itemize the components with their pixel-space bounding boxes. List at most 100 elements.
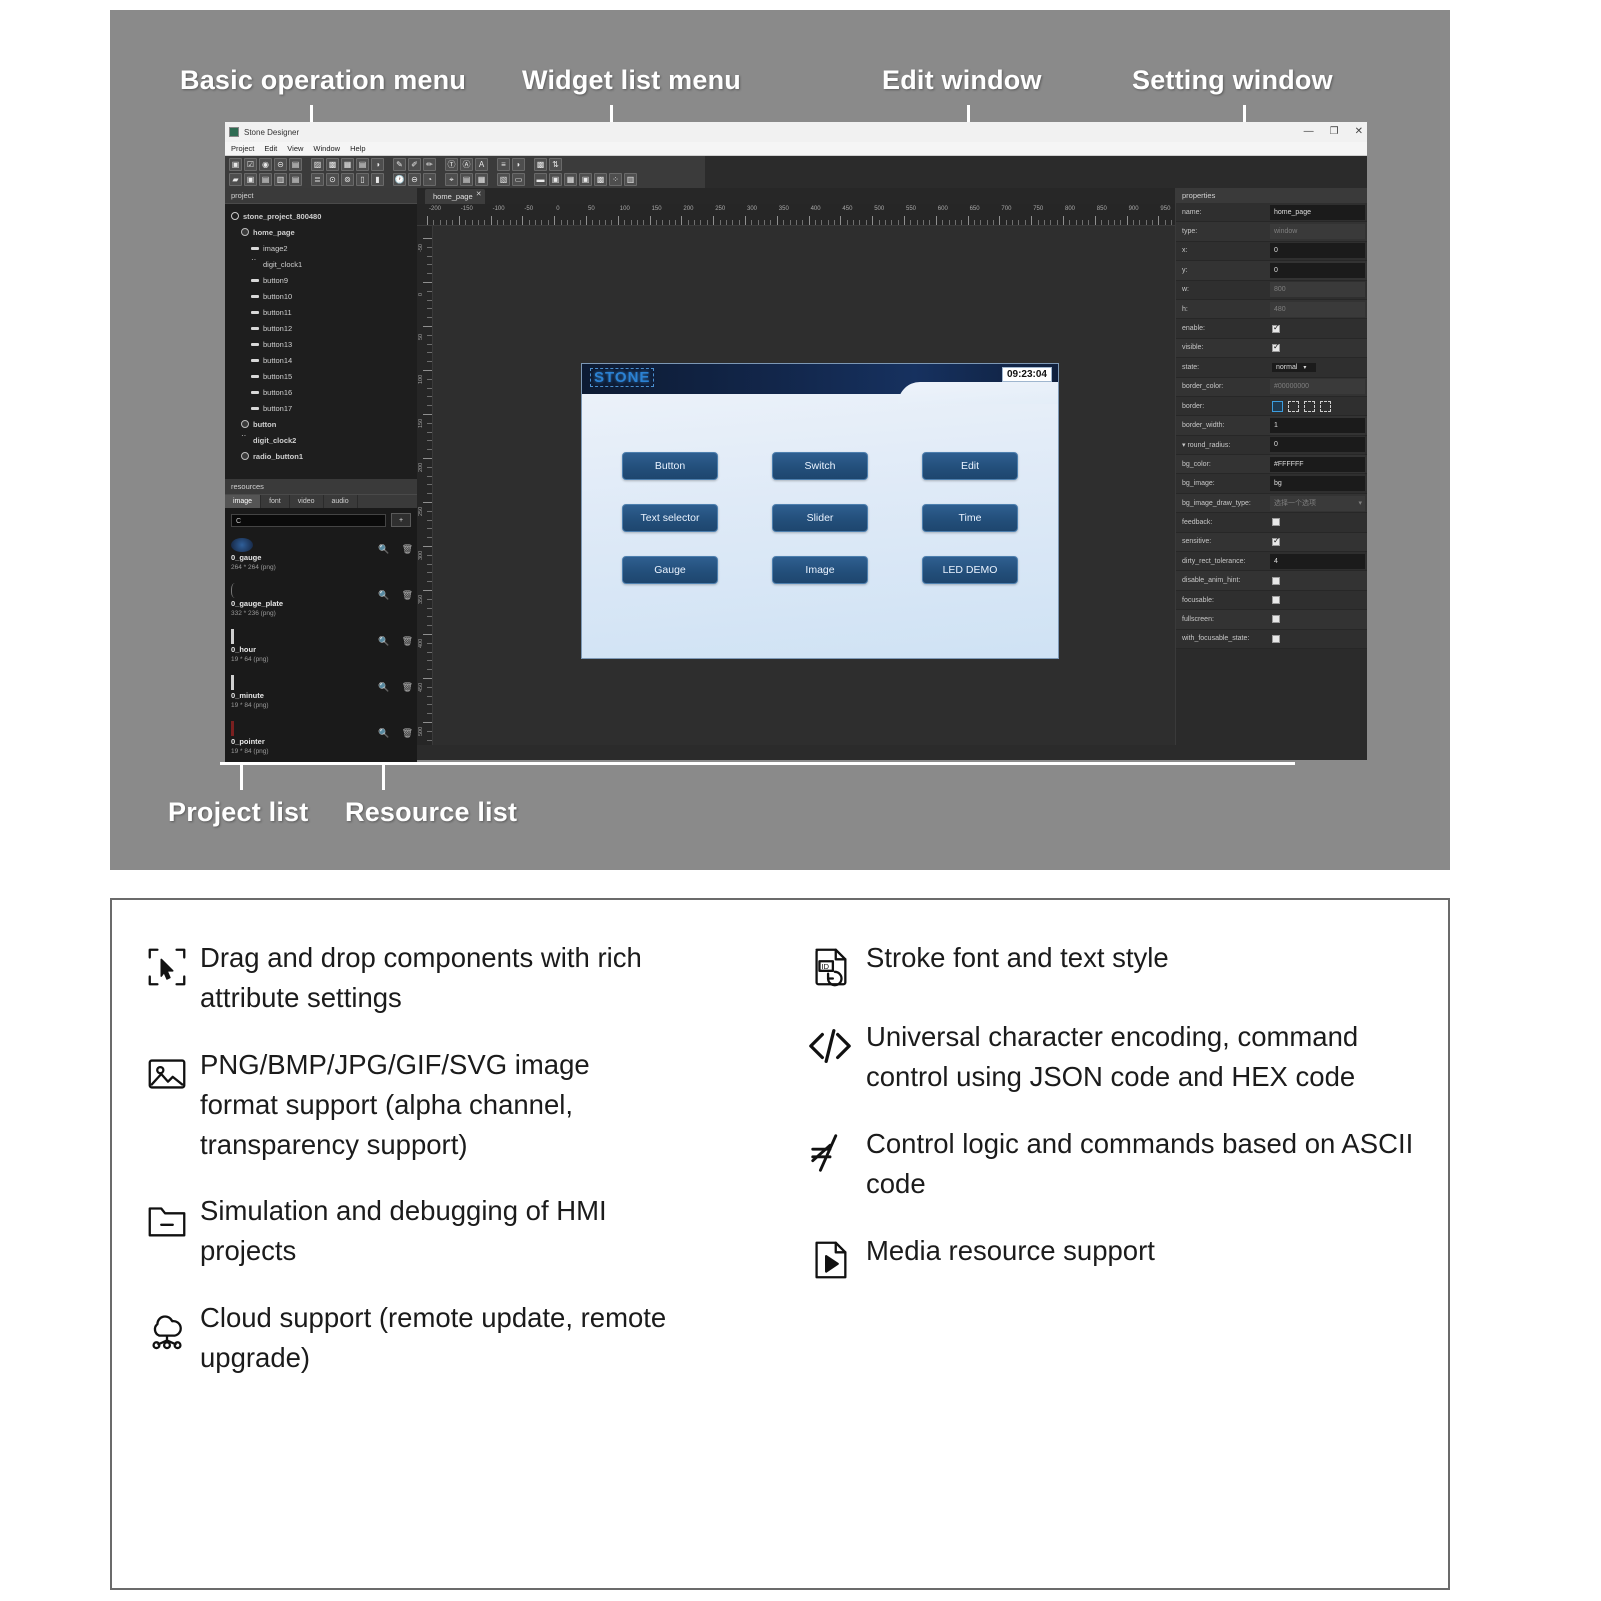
list-items-icon[interactable]: ▤ [289,173,302,186]
preview-icon[interactable]: 🔍 [378,590,389,601]
hmi-button-edit[interactable]: Edit [922,452,1018,480]
text-icon[interactable]: Ⓣ [445,158,458,171]
delete-icon[interactable]: 🗑 [402,636,413,647]
digit-clock-icon[interactable]: ⊖ [408,173,421,186]
resource-tab-font[interactable]: font [261,495,290,508]
slider-icon[interactable]: ⊙ [326,173,339,186]
checkbox-icon[interactable] [1272,518,1280,527]
image-anim-icon[interactable]: ▩ [326,158,339,171]
window-icon[interactable]: ▭ [512,173,525,186]
border-style-option[interactable] [1304,400,1315,412]
tree-item[interactable]: image2 [225,240,417,256]
tree-item[interactable]: button14 [225,352,417,368]
hmi-button-slider[interactable]: Slider [772,504,868,532]
edit-pen-icon[interactable]: ✐ [408,158,421,171]
property-value[interactable]: normal [1268,358,1367,376]
checkbox-icon[interactable]: ☑ [244,158,257,171]
tab-close-icon[interactable]: ✕ [476,190,482,198]
tree-item[interactable]: radio_button1 [225,448,417,464]
tree-item[interactable]: button15 [225,368,417,384]
resource-item[interactable]: 0_minute 19 * 84 (png) 🔍 🗑 [225,670,417,716]
menu-help[interactable]: Help [350,144,365,153]
gauge-icon[interactable]: ◔ [423,173,436,186]
border-style-option[interactable] [1288,400,1299,412]
resource-item[interactable]: 0_gauge 264 * 264 (png) 🔍 🗑 [225,532,417,578]
image-list-icon[interactable]: ▤ [356,158,369,171]
window-bar-icon[interactable]: ▬ [534,173,547,186]
image2-icon[interactable]: ▩ [594,173,607,186]
property-value[interactable]: #FFFFFF [1270,456,1365,472]
edit-box-icon[interactable]: ✏ [423,158,436,171]
delete-icon[interactable]: 🗑 [402,682,413,693]
frame2-icon[interactable]: ▣ [579,173,592,186]
window-full-icon[interactable]: ▣ [549,173,562,186]
checkbox-icon[interactable] [1272,536,1280,546]
resource-list[interactable]: 0_gauge 264 * 264 (png) 🔍 🗑 0_gauge_plate 332… [225,532,417,762]
sliders-icon[interactable]: ⇅ [549,158,562,171]
property-value[interactable]: 0 [1270,437,1365,453]
switch-icon[interactable]: ⊝ [274,158,287,171]
tree-item[interactable]: button17 [225,400,417,416]
tree-item[interactable]: button16 [225,384,417,400]
scrollbar-v-icon[interactable]: ▯ [356,173,369,186]
tree-item[interactable]: button9 [225,272,417,288]
border-style-option[interactable] [1272,400,1283,412]
property-value[interactable]: 0 [1270,243,1365,259]
property-value[interactable]: bg [1270,476,1365,492]
panel-icon[interactable]: ▤ [259,173,272,186]
project-tree[interactable]: stone_project_800480 home_page image2 digit… [225,204,417,479]
text-style-icon[interactable]: A [475,158,488,171]
progress-icon[interactable]: ◗ [512,158,525,171]
preview-icon[interactable]: 🔍 [378,636,389,647]
hmi-button-switch[interactable]: Switch [772,452,868,480]
view-icon[interactable]: ▣ [244,173,257,186]
checkbox-icon[interactable] [1272,634,1280,643]
hmi-button-button[interactable]: Button [622,452,718,480]
edit-icon[interactable]: ✎ [393,158,406,171]
list-rows-icon[interactable]: ≣ [311,173,324,186]
color-icon[interactable]: ◑ [371,158,384,171]
dots-icon[interactable]: ⁘ [609,173,622,186]
tree-item[interactable]: home_page [225,224,417,240]
resource-tab-video[interactable]: video [290,495,324,508]
text-center-icon[interactable]: Ⓐ [460,158,473,171]
tree-item[interactable]: digit_clock2 [225,431,417,448]
checkbox-icon[interactable] [1272,596,1280,604]
grid-split-icon[interactable]: ▧ [497,173,510,186]
table2-icon[interactable]: ▦ [564,173,577,186]
resource-tab-audio[interactable]: audio [324,495,358,508]
tree-item[interactable]: button10 [225,288,417,304]
checkbox-icon[interactable] [1272,615,1280,624]
checkbox-icon[interactable] [1272,576,1280,585]
preview-icon[interactable]: 🔍 [378,682,389,693]
tree-item[interactable]: digit_clock1 [225,255,417,272]
resource-add-button[interactable]: + [391,513,411,527]
scrollbar-bar-icon[interactable]: ▮ [371,173,384,186]
image-value-icon[interactable]: ▦ [341,158,354,171]
frame-icon[interactable]: ▣ [229,158,242,171]
table-icon[interactable]: ▤ [460,173,473,186]
property-value[interactable] [1268,610,1367,628]
hmi-button-gauge[interactable]: Gauge [622,556,718,584]
resource-tabs[interactable]: image font video audio [225,495,417,508]
tree-item[interactable]: stone_project_800480 [225,208,417,224]
save-icon[interactable]: ▤ [289,158,302,171]
checkbox-icon[interactable] [1272,323,1280,333]
hmi-button-led-demo[interactable]: LED DEMO [922,556,1018,584]
gradient-icon[interactable]: ▰ [229,173,242,186]
delete-icon[interactable]: 🗑 [402,590,413,601]
property-value[interactable] [1268,533,1367,551]
grid-small-icon[interactable]: ▩ [534,158,547,171]
hmi-logo[interactable]: STONE [590,368,655,387]
list-view-icon[interactable]: ▥ [274,173,287,186]
resource-tab-image[interactable]: image [225,495,262,508]
minimize-button[interactable]: — [1304,127,1314,137]
bars-icon[interactable]: ▥ [624,173,637,186]
radio-icon[interactable]: ◉ [259,158,272,171]
hmi-button-image[interactable]: Image [772,556,868,584]
resource-item[interactable]: 0_pointer 19 * 84 (png) 🔍 🗑 [225,716,417,762]
property-value[interactable] [1268,513,1367,531]
menu-project[interactable]: Project [231,144,254,153]
list-icon[interactable]: ≡ [497,158,510,171]
property-value[interactable]: 选择一个选项 ▾ [1270,495,1365,511]
